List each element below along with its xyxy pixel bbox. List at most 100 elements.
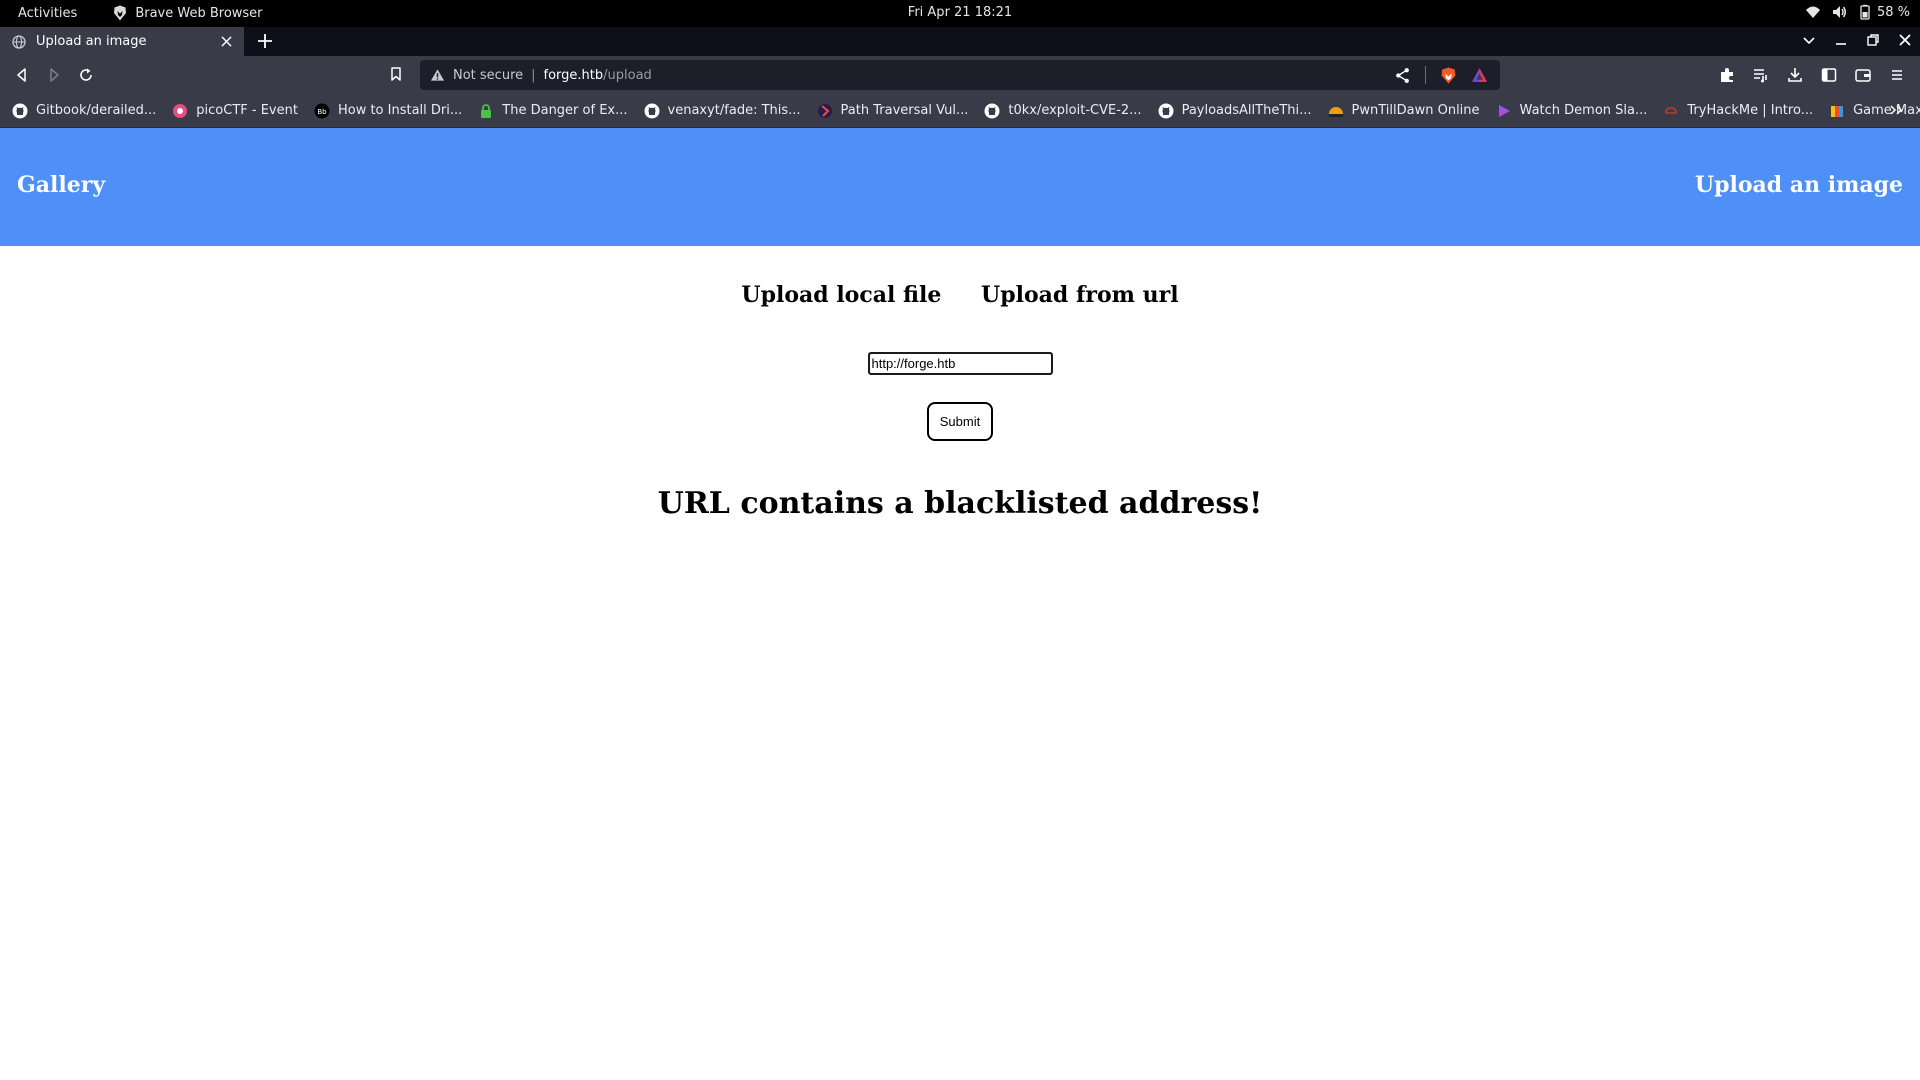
gamemax-icon: [1831, 105, 1844, 117]
window-close-icon[interactable]: [1896, 31, 1914, 49]
sidebar-icon[interactable]: [1820, 66, 1838, 84]
battery-indicator: 58 %: [1857, 4, 1910, 20]
brave-shields-icon[interactable]: [1440, 67, 1457, 84]
brave-rewards-icon[interactable]: [1471, 67, 1488, 84]
tab-search-chevron-icon[interactable]: [1800, 31, 1818, 49]
nav-gallery-link[interactable]: Gallery: [17, 172, 105, 198]
github-icon: [12, 103, 28, 118]
github-icon: [1158, 103, 1174, 118]
bookmark-label: PwnTillDawn Online: [1351, 103, 1480, 118]
bookmark-item[interactable]: TryHackMe | Intro...: [1663, 103, 1813, 119]
bookmark-label: PayloadsAllTheThi...: [1181, 103, 1312, 118]
upload-options: Upload local file Upload from url: [0, 282, 1920, 308]
app-menu[interactable]: Brave Web Browser: [113, 5, 263, 21]
volume-icon: [1832, 6, 1846, 18]
pwntilldawn-icon: [1328, 106, 1343, 117]
bookmark-item[interactable]: Watch Demon Sla...: [1496, 103, 1648, 119]
reload-button[interactable]: [77, 66, 95, 84]
wallet-icon[interactable]: [1854, 66, 1872, 84]
bookmark-item[interactable]: The Danger of Ex...: [478, 103, 628, 119]
tryhackme-icon: [1665, 106, 1678, 114]
play-icon: [1498, 104, 1510, 117]
download-icon[interactable]: [1786, 66, 1804, 84]
bookmark-item[interactable]: PwnTillDawn Online: [1328, 103, 1480, 119]
bookmarks-bar: Gitbook/derailed... picoCTF - Event Bb H…: [0, 94, 1920, 128]
bookmark-page-button[interactable]: [388, 66, 406, 84]
battery-icon: [1860, 4, 1870, 20]
bookmark-label: Watch Demon Sla...: [1519, 103, 1648, 118]
back-button[interactable]: [13, 66, 31, 84]
url-actions-divider: [1425, 66, 1426, 84]
bookmark-item[interactable]: Path Traversal Vul...: [817, 103, 969, 119]
bookmark-item[interactable]: picoCTF - Event: [172, 103, 298, 119]
bookmark-item[interactable]: PayloadsAllTheThi...: [1158, 103, 1312, 119]
error-message: URL contains a blacklisted address!: [657, 486, 1263, 521]
new-tab-button[interactable]: [256, 32, 274, 50]
tab-close-button[interactable]: [218, 33, 234, 49]
url-separator: |: [531, 67, 536, 83]
site-icon: Bb: [314, 103, 330, 118]
chevron-double-right-icon[interactable]: [1888, 102, 1904, 118]
address-bar-actions: [1394, 66, 1488, 84]
window-controls: [1800, 31, 1914, 49]
upload-from-url-link[interactable]: Upload from url: [981, 282, 1179, 308]
bookmark-item[interactable]: venaxyt/fade: This...: [644, 103, 801, 119]
reload-icon: [80, 68, 92, 81]
url-input[interactable]: [867, 352, 1053, 375]
portswigger-icon: [817, 103, 832, 118]
site-header: Gallery Upload an image: [0, 128, 1920, 246]
bookmark-item[interactable]: Gitbook/derailed...: [12, 103, 156, 119]
warning-icon: [430, 69, 445, 81]
bookmark-label: picoCTF - Event: [196, 103, 298, 118]
lock-icon: [481, 103, 492, 118]
bookmark-label: Game Max Comm...: [1853, 103, 1920, 118]
back-icon: [17, 68, 26, 82]
picoctf-icon: [173, 103, 188, 118]
battery-percent: 58 %: [1876, 4, 1910, 20]
system-tray[interactable]: 58 %: [1805, 4, 1910, 20]
upload-local-file-link[interactable]: Upload local file: [741, 282, 941, 308]
system-clock[interactable]: Fri Apr 21 18:21: [908, 5, 1012, 20]
upload-url-form: [0, 352, 1920, 375]
playlist-icon[interactable]: [1752, 66, 1770, 84]
bookmark-label: The Danger of Ex...: [502, 103, 628, 118]
bookmark-item[interactable]: Bb How to Install Dri...: [314, 103, 462, 119]
brave-lion-icon: [114, 5, 127, 21]
system-bar-left: Activities Brave Web Browser: [18, 5, 263, 21]
menu-icon[interactable]: [1888, 66, 1906, 84]
bookmark-item[interactable]: t0kx/exploit-CVE-2...: [984, 103, 1142, 119]
bookmark-label: How to Install Dri...: [337, 103, 463, 118]
bookmark-item[interactable]: Game Max Comm...: [1829, 103, 1920, 119]
wifi-icon: [1805, 6, 1820, 18]
security-label[interactable]: Not secure: [453, 68, 523, 83]
tab-upload-an-image[interactable]: Upload an image: [0, 27, 244, 56]
system-clock-wrap: Fri Apr 21 18:21: [0, 5, 1920, 20]
bookmark-label: Gitbook/derailed...: [36, 103, 157, 118]
share-icon[interactable]: [1394, 67, 1411, 84]
url-path: /upload: [603, 67, 652, 83]
tab-strip: Upload an image: [0, 27, 1920, 56]
bookmark-label: Path Traversal Vul...: [840, 103, 969, 118]
bookmark-icon: [391, 67, 401, 81]
address-bar[interactable]: Not secure | forge.htb/upload: [420, 60, 1500, 90]
extensions-icon[interactable]: [1718, 66, 1736, 84]
url-host: forge.htb: [543, 67, 604, 83]
forward-button[interactable]: [45, 66, 63, 84]
activities-button[interactable]: Activities: [18, 6, 77, 21]
github-icon: [984, 103, 1000, 118]
system-top-bar: Activities Brave Web Browser Fri Apr 21 …: [0, 0, 1920, 27]
restore-icon[interactable]: [1864, 31, 1882, 49]
submit-button[interactable]: Submit: [927, 402, 993, 441]
toolbar-actions: [1718, 66, 1906, 84]
forward-icon: [50, 68, 59, 82]
bookmark-label: venaxyt/fade: This...: [667, 103, 801, 118]
tab-title: Upload an image: [36, 34, 147, 49]
nav-upload-link[interactable]: Upload an image: [1695, 172, 1903, 198]
svg-text:Bb: Bb: [317, 108, 327, 116]
close-icon: [220, 35, 232, 47]
bookmark-label: t0kx/exploit-CVE-2...: [1008, 103, 1142, 118]
app-name: Brave Web Browser: [135, 5, 263, 21]
github-icon: [644, 103, 660, 118]
bookmark-label: TryHackMe | Intro...: [1687, 103, 1814, 118]
minimize-icon[interactable]: [1832, 31, 1850, 49]
